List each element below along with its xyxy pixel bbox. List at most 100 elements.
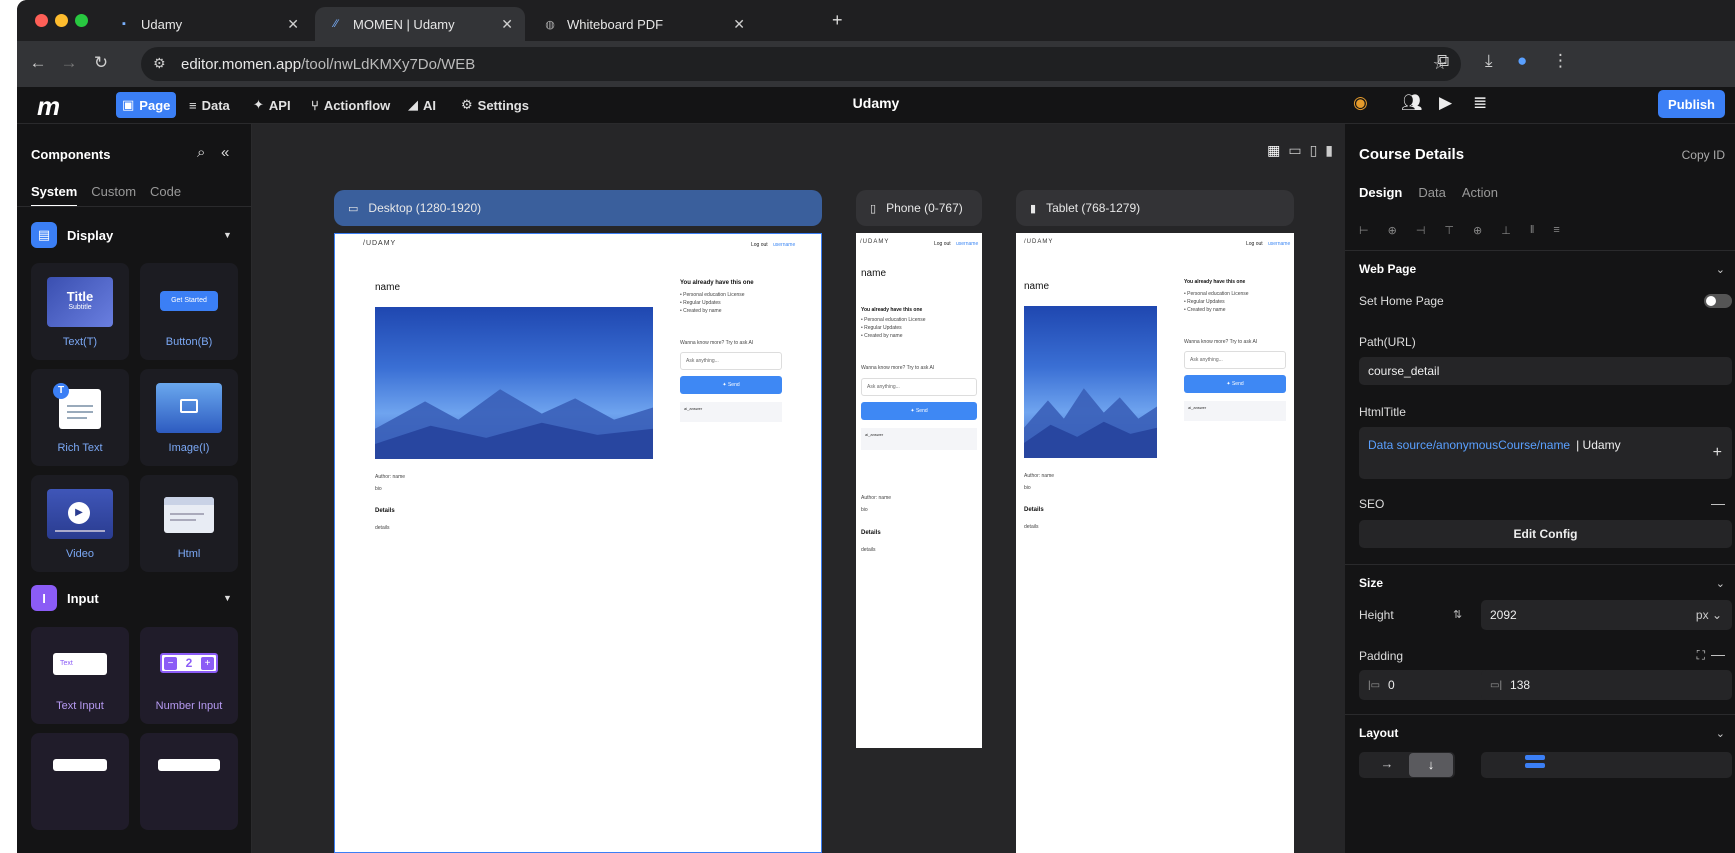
chevron-down-icon[interactable]: ⌄ bbox=[1716, 577, 1725, 590]
deploy-status-icon[interactable]: ≣ bbox=[1473, 93, 1487, 113]
component-rich-text[interactable]: T Rich Text bbox=[31, 369, 129, 466]
padding-mode-icon[interactable]: ⛶ bbox=[1697, 648, 1705, 663]
component-date-input[interactable] bbox=[31, 733, 129, 830]
browser-tab-momen[interactable]: ∕∕ MOMEN | Udamy ✕ bbox=[315, 7, 525, 41]
preview-bullet: • Personal education License bbox=[680, 292, 745, 298]
device-desktop[interactable]: ▭ Desktop (1280-1920) bbox=[334, 190, 822, 226]
team-icon[interactable]: 👥︎ bbox=[1401, 93, 1423, 113]
add-icon[interactable]: + bbox=[1713, 444, 1722, 462]
component-text[interactable]: Title Subtitle Text(T) bbox=[31, 263, 129, 360]
tab-data[interactable]: Data bbox=[1418, 185, 1445, 200]
close-tab-icon[interactable]: ✕ bbox=[733, 16, 745, 33]
preview-send-button[interactable]: ✦ Send bbox=[1184, 375, 1286, 393]
direction-row-icon[interactable]: → bbox=[1369, 756, 1405, 771]
tab-design[interactable]: Design bbox=[1359, 185, 1402, 200]
preview-send-button[interactable]: ✦ Send bbox=[680, 376, 782, 394]
browser-menu-icon[interactable]: ⋮ bbox=[1552, 51, 1569, 71]
close-tab-icon[interactable]: ✕ bbox=[501, 16, 513, 33]
extensions-icon[interactable]: ⧉ bbox=[1437, 51, 1449, 71]
edit-config-button[interactable]: Edit Config bbox=[1359, 520, 1732, 548]
collaborator-avatars[interactable]: ◉ bbox=[1353, 93, 1368, 113]
distribute-v-icon[interactable]: ≡ bbox=[1553, 224, 1559, 237]
align-center-h-icon[interactable]: ⊕ bbox=[1388, 224, 1397, 237]
copy-id-button[interactable]: Copy ID bbox=[1682, 148, 1725, 162]
tab-action[interactable]: Action bbox=[1462, 185, 1498, 200]
height-mode-icon[interactable]: ⇅ bbox=[1453, 608, 1462, 621]
grid-view-icon[interactable]: ▦ bbox=[1267, 142, 1280, 159]
align-left-icon[interactable]: ⊢ bbox=[1359, 224, 1369, 237]
path-input[interactable]: course_detail bbox=[1359, 357, 1732, 385]
align-right-icon[interactable]: ⊣ bbox=[1416, 224, 1426, 237]
tab-system[interactable]: System bbox=[31, 184, 78, 207]
minimize-window-icon[interactable] bbox=[55, 14, 68, 27]
desktop-view-icon[interactable]: ▭ bbox=[1288, 142, 1301, 159]
new-tab-icon[interactable]: + bbox=[832, 10, 843, 31]
html-title-input[interactable]: Data source/anonymousCourse/name | Udamy… bbox=[1359, 427, 1732, 479]
tab-custom[interactable]: Custom bbox=[91, 184, 136, 207]
preview-logout[interactable]: Log out bbox=[751, 242, 768, 248]
browser-tab-udamy[interactable]: ▪ Udamy ✕ bbox=[103, 7, 311, 41]
align-top-icon[interactable]: ⊤ bbox=[1444, 224, 1454, 237]
preview-play-icon[interactable]: ▶ bbox=[1439, 93, 1452, 113]
collapse-minus-icon[interactable]: — bbox=[1711, 646, 1725, 662]
component-html[interactable]: Html bbox=[140, 475, 238, 572]
search-icon[interactable]: ⌕ bbox=[197, 144, 205, 161]
tablet-view-icon[interactable]: ▮ bbox=[1325, 142, 1333, 159]
component-button[interactable]: Get Started Button(B) bbox=[140, 263, 238, 360]
profile-icon[interactable]: ● bbox=[1517, 51, 1527, 71]
input-icon: I bbox=[31, 585, 57, 611]
component-video[interactable]: ▶ Video bbox=[31, 475, 129, 572]
align-grid[interactable] bbox=[1481, 752, 1732, 778]
phone-view-icon[interactable]: ▯ bbox=[1310, 142, 1318, 159]
editor-toolbar: m ▣ Page ≡ Data ✦ API ⑂ Actionflow ◢ AI ⚙ Sett… bbox=[17, 87, 1735, 124]
close-tab-icon[interactable]: ✕ bbox=[287, 16, 299, 33]
preview-username[interactable]: username bbox=[956, 241, 978, 247]
browser-tab-whiteboard[interactable]: ◍ Whiteboard PDF ✕ bbox=[529, 7, 757, 41]
preview-logout[interactable]: Log out bbox=[934, 241, 951, 247]
height-unit[interactable]: px ⌄ bbox=[1696, 608, 1722, 622]
phone-preview[interactable]: /UDAMY Log out username name You already… bbox=[856, 233, 982, 748]
device-phone[interactable]: ▯ Phone (0-767) bbox=[856, 190, 982, 226]
close-window-icon[interactable] bbox=[35, 14, 48, 27]
back-icon[interactable]: ← bbox=[27, 53, 49, 73]
editor-canvas[interactable]: ▦ ▭ ▯ ▮ ▭ Desktop (1280-1920) ▯ Phone (0-7… bbox=[252, 124, 1345, 853]
tablet-preview[interactable]: /UDAMY Log out username name You already… bbox=[1016, 233, 1294, 853]
component-image[interactable]: Image(I) bbox=[140, 369, 238, 466]
reload-icon[interactable]: ↻ bbox=[90, 53, 112, 73]
collapse-minus-icon[interactable]: — bbox=[1711, 495, 1725, 511]
preview-ask-input[interactable]: Ask anything... bbox=[861, 378, 977, 396]
distribute-h-icon[interactable]: ‖ bbox=[1530, 224, 1535, 237]
chevron-down-icon[interactable]: ⌄ bbox=[1716, 727, 1725, 740]
preview-username[interactable]: username bbox=[773, 242, 795, 248]
site-settings-icon[interactable]: ⚙ bbox=[153, 55, 166, 72]
tab-code[interactable]: Code bbox=[150, 184, 181, 207]
align-middle-icon[interactable]: ⊕ bbox=[1473, 224, 1482, 237]
desktop-preview[interactable]: /UDAMY Log out username name You already… bbox=[334, 233, 822, 853]
align-bottom-icon[interactable]: ⊥ bbox=[1501, 224, 1511, 237]
preview-logout[interactable]: Log out bbox=[1246, 241, 1263, 247]
component-date-range[interactable] bbox=[140, 733, 238, 830]
set-home-toggle[interactable] bbox=[1704, 294, 1732, 308]
section-display[interactable]: ▤ Display ▼ bbox=[31, 222, 241, 248]
section-input[interactable]: I Input ▼ bbox=[31, 585, 241, 611]
height-input[interactable]: 2092 px ⌄ bbox=[1481, 600, 1732, 630]
preview-send-button[interactable]: ✦ Send bbox=[861, 402, 977, 420]
component-number-input[interactable]: − 2 + Number Input bbox=[140, 627, 238, 724]
height-label: Height bbox=[1359, 608, 1394, 622]
collapse-panel-icon[interactable]: « bbox=[221, 144, 229, 161]
publish-button[interactable]: Publish bbox=[1658, 90, 1725, 118]
components-panel: Components ⌕ « System Custom Code ▤ Disp… bbox=[17, 124, 252, 853]
forward-icon[interactable]: → bbox=[58, 53, 80, 73]
chevron-down-icon[interactable]: ⌄ bbox=[1716, 263, 1725, 276]
preview-ask-input[interactable]: Ask anything... bbox=[680, 352, 782, 370]
device-tablet[interactable]: ▮ Tablet (768-1279) bbox=[1016, 190, 1294, 226]
url-field[interactable]: ⚙ editor.momen.app/tool/nwLdKMXy7Do/WEB … bbox=[141, 47, 1461, 81]
component-text-input[interactable]: Text Text Input bbox=[31, 627, 129, 724]
desktop-icon: ▭ bbox=[348, 202, 359, 215]
preview-ask-input[interactable]: Ask anything... bbox=[1184, 351, 1286, 369]
padding-right-input[interactable]: ▭| 138 bbox=[1481, 670, 1732, 700]
direction-column-icon[interactable]: ↓ bbox=[1409, 753, 1453, 777]
download-icon[interactable]: ⤓ bbox=[1485, 51, 1493, 71]
preview-username[interactable]: username bbox=[1268, 241, 1290, 247]
zoom-window-icon[interactable] bbox=[75, 14, 88, 27]
